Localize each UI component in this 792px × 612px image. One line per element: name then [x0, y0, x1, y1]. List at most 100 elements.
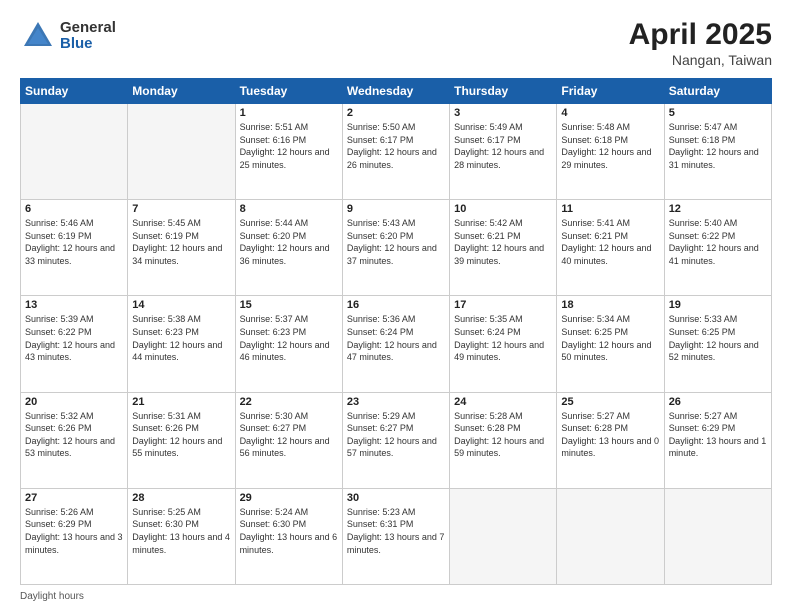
title-location: Nangan, Taiwan	[629, 52, 772, 68]
header: General Blue April 2025 Nangan, Taiwan	[20, 18, 772, 68]
calendar-cell	[128, 104, 235, 200]
calendar-cell	[557, 488, 664, 584]
day-info: Sunrise: 5:49 AM Sunset: 6:17 PM Dayligh…	[454, 121, 552, 171]
calendar-day-header: Thursday	[450, 79, 557, 104]
day-info: Sunrise: 5:31 AM Sunset: 6:26 PM Dayligh…	[132, 410, 230, 460]
calendar-cell	[450, 488, 557, 584]
calendar-cell: 9 Sunrise: 5:43 AM Sunset: 6:20 PM Daylig…	[342, 200, 449, 296]
logo-general-text: General	[60, 20, 116, 37]
calendar-week-row: 27 Sunrise: 5:26 AM Sunset: 6:29 PM Dayli…	[21, 488, 772, 584]
day-number: 20	[25, 396, 123, 408]
day-info: Sunrise: 5:42 AM Sunset: 6:21 PM Dayligh…	[454, 217, 552, 267]
footer: Daylight hours	[20, 591, 772, 602]
day-info: Sunrise: 5:29 AM Sunset: 6:27 PM Dayligh…	[347, 410, 445, 460]
calendar-day-header: Monday	[128, 79, 235, 104]
page: General Blue April 2025 Nangan, Taiwan S…	[0, 0, 792, 612]
day-info: Sunrise: 5:23 AM Sunset: 6:31 PM Dayligh…	[347, 506, 445, 556]
day-number: 4	[561, 107, 659, 119]
day-info: Sunrise: 5:33 AM Sunset: 6:25 PM Dayligh…	[669, 313, 767, 363]
day-number: 15	[240, 299, 338, 311]
day-number: 19	[669, 299, 767, 311]
day-info: Sunrise: 5:34 AM Sunset: 6:25 PM Dayligh…	[561, 313, 659, 363]
logo-text: General Blue	[60, 20, 116, 53]
day-number: 10	[454, 203, 552, 215]
day-info: Sunrise: 5:28 AM Sunset: 6:28 PM Dayligh…	[454, 410, 552, 460]
calendar-cell: 27 Sunrise: 5:26 AM Sunset: 6:29 PM Dayli…	[21, 488, 128, 584]
day-info: Sunrise: 5:43 AM Sunset: 6:20 PM Dayligh…	[347, 217, 445, 267]
calendar-day-header: Saturday	[664, 79, 771, 104]
title-block: April 2025 Nangan, Taiwan	[629, 18, 772, 68]
day-number: 29	[240, 492, 338, 504]
calendar-week-row: 13 Sunrise: 5:39 AM Sunset: 6:22 PM Dayli…	[21, 296, 772, 392]
calendar-cell: 3 Sunrise: 5:49 AM Sunset: 6:17 PM Daylig…	[450, 104, 557, 200]
day-number: 13	[25, 299, 123, 311]
day-info: Sunrise: 5:48 AM Sunset: 6:18 PM Dayligh…	[561, 121, 659, 171]
day-number: 3	[454, 107, 552, 119]
calendar-cell: 10 Sunrise: 5:42 AM Sunset: 6:21 PM Dayli…	[450, 200, 557, 296]
calendar-cell: 12 Sunrise: 5:40 AM Sunset: 6:22 PM Dayli…	[664, 200, 771, 296]
day-info: Sunrise: 5:46 AM Sunset: 6:19 PM Dayligh…	[25, 217, 123, 267]
calendar-cell: 2 Sunrise: 5:50 AM Sunset: 6:17 PM Daylig…	[342, 104, 449, 200]
calendar-cell: 18 Sunrise: 5:34 AM Sunset: 6:25 PM Dayli…	[557, 296, 664, 392]
day-number: 27	[25, 492, 123, 504]
day-number: 7	[132, 203, 230, 215]
calendar-cell: 26Sunrise: 5:27 AM Sunset: 6:29 PM Dayli…	[664, 392, 771, 488]
calendar-cell: 5 Sunrise: 5:47 AM Sunset: 6:18 PM Daylig…	[664, 104, 771, 200]
day-info: Sunrise: 5:40 AM Sunset: 6:22 PM Dayligh…	[669, 217, 767, 267]
day-info: Sunrise: 5:41 AM Sunset: 6:21 PM Dayligh…	[561, 217, 659, 267]
day-number: 11	[561, 203, 659, 215]
calendar-cell: 1Sunrise: 5:51 AM Sunset: 6:16 PM Daylig…	[235, 104, 342, 200]
calendar-cell: 8 Sunrise: 5:44 AM Sunset: 6:20 PM Daylig…	[235, 200, 342, 296]
calendar-cell: 22Sunrise: 5:30 AM Sunset: 6:27 PM Dayli…	[235, 392, 342, 488]
calendar-cell: 23 Sunrise: 5:29 AM Sunset: 6:27 PM Dayli…	[342, 392, 449, 488]
daylight-label: Daylight hours	[20, 591, 84, 602]
day-info: Sunrise: 5:35 AM Sunset: 6:24 PM Dayligh…	[454, 313, 552, 363]
day-number: 18	[561, 299, 659, 311]
day-info: Sunrise: 5:45 AM Sunset: 6:19 PM Dayligh…	[132, 217, 230, 267]
title-month: April 2025	[629, 18, 772, 52]
calendar-cell: 17Sunrise: 5:35 AM Sunset: 6:24 PM Dayli…	[450, 296, 557, 392]
day-info: Sunrise: 5:39 AM Sunset: 6:22 PM Dayligh…	[25, 313, 123, 363]
logo-blue-text: Blue	[60, 36, 116, 53]
calendar-header-row: SundayMondayTuesdayWednesdayThursdayFrid…	[21, 79, 772, 104]
day-info: Sunrise: 5:44 AM Sunset: 6:20 PM Dayligh…	[240, 217, 338, 267]
calendar-cell: 30 Sunrise: 5:23 AM Sunset: 6:31 PM Dayli…	[342, 488, 449, 584]
calendar-week-row: 6 Sunrise: 5:46 AM Sunset: 6:19 PM Daylig…	[21, 200, 772, 296]
calendar-day-header: Friday	[557, 79, 664, 104]
day-info: Sunrise: 5:32 AM Sunset: 6:26 PM Dayligh…	[25, 410, 123, 460]
day-info: Sunrise: 5:24 AM Sunset: 6:30 PM Dayligh…	[240, 506, 338, 556]
calendar-cell: 28Sunrise: 5:25 AM Sunset: 6:30 PM Dayli…	[128, 488, 235, 584]
day-number: 24	[454, 396, 552, 408]
day-number: 5	[669, 107, 767, 119]
day-number: 9	[347, 203, 445, 215]
day-number: 21	[132, 396, 230, 408]
day-number: 25	[561, 396, 659, 408]
day-number: 12	[669, 203, 767, 215]
day-info: Sunrise: 5:47 AM Sunset: 6:18 PM Dayligh…	[669, 121, 767, 171]
day-number: 23	[347, 396, 445, 408]
calendar-cell	[664, 488, 771, 584]
calendar-cell: 14Sunrise: 5:38 AM Sunset: 6:23 PM Dayli…	[128, 296, 235, 392]
calendar-day-header: Sunday	[21, 79, 128, 104]
day-number: 30	[347, 492, 445, 504]
calendar-cell: 15Sunrise: 5:37 AM Sunset: 6:23 PM Dayli…	[235, 296, 342, 392]
day-info: Sunrise: 5:30 AM Sunset: 6:27 PM Dayligh…	[240, 410, 338, 460]
logo: General Blue	[20, 18, 116, 54]
calendar-cell: 25 Sunrise: 5:27 AM Sunset: 6:28 PM Dayli…	[557, 392, 664, 488]
calendar-cell	[21, 104, 128, 200]
day-info: Sunrise: 5:26 AM Sunset: 6:29 PM Dayligh…	[25, 506, 123, 556]
day-number: 14	[132, 299, 230, 311]
calendar-cell: 11 Sunrise: 5:41 AM Sunset: 6:21 PM Dayli…	[557, 200, 664, 296]
day-info: Sunrise: 5:50 AM Sunset: 6:17 PM Dayligh…	[347, 121, 445, 171]
calendar-cell: 4 Sunrise: 5:48 AM Sunset: 6:18 PM Daylig…	[557, 104, 664, 200]
calendar-cell: 6 Sunrise: 5:46 AM Sunset: 6:19 PM Daylig…	[21, 200, 128, 296]
day-number: 26	[669, 396, 767, 408]
day-info: Sunrise: 5:27 AM Sunset: 6:28 PM Dayligh…	[561, 410, 659, 460]
calendar-cell: 20 Sunrise: 5:32 AM Sunset: 6:26 PM Dayli…	[21, 392, 128, 488]
day-number: 6	[25, 203, 123, 215]
day-number: 28	[132, 492, 230, 504]
day-number: 8	[240, 203, 338, 215]
day-number: 2	[347, 107, 445, 119]
day-number: 16	[347, 299, 445, 311]
calendar-day-header: Tuesday	[235, 79, 342, 104]
